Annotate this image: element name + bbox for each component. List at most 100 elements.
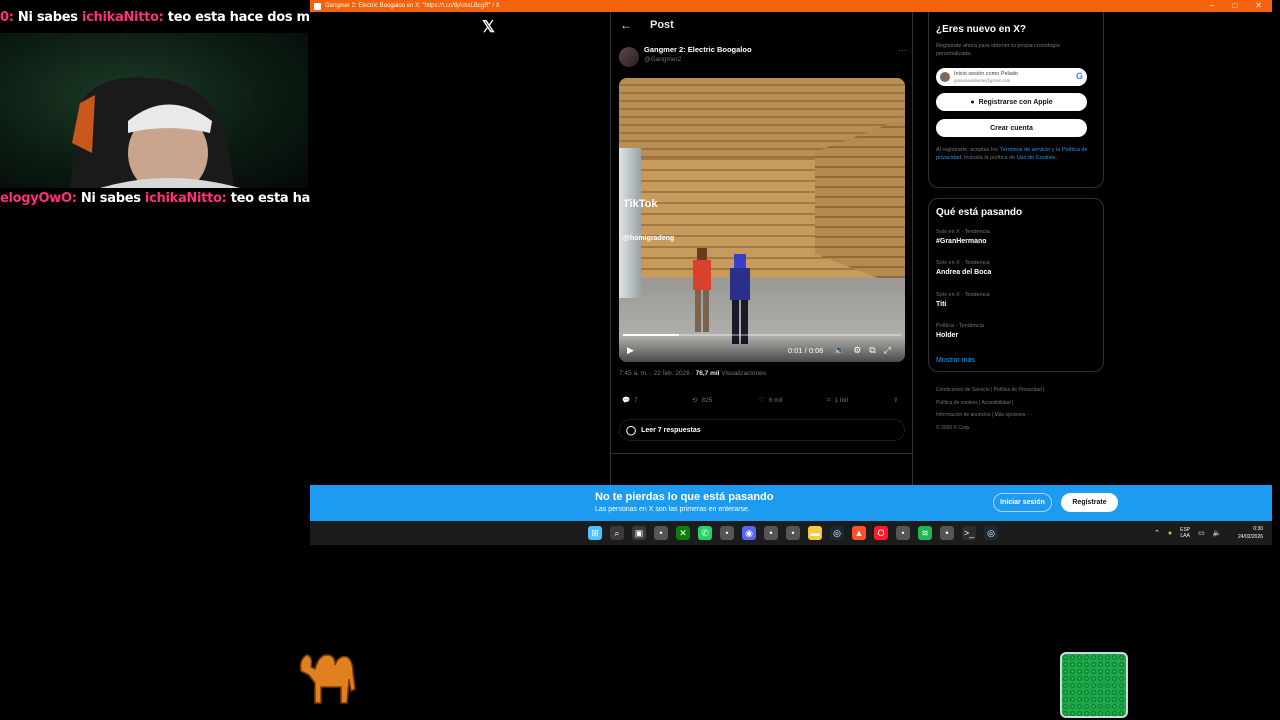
- taskbar-steam-icon[interactable]: ◎: [984, 526, 998, 540]
- network-icon[interactable]: ▭: [1198, 529, 1205, 537]
- taskbar-task-view-icon[interactable]: ▣: [632, 526, 646, 540]
- trend-item[interactable]: Política · Tendencia Holder: [936, 323, 984, 339]
- cookies-link[interactable]: Uso de Cookies: [1017, 155, 1056, 161]
- like-button[interactable]: ♡ 6 mil: [759, 396, 783, 405]
- browser-icon: [314, 2, 321, 10]
- taskbar-whatsapp-icon[interactable]: ✆: [698, 526, 712, 540]
- create-account-label: Crear cuenta: [990, 124, 1033, 132]
- trend-name: #GranHermano: [936, 238, 987, 245]
- login-banner: No te pierdas lo que está pasando Las pe…: [310, 485, 1272, 521]
- taskbar-terminal-icon[interactable]: >_: [962, 526, 976, 540]
- trend-context: Solo en X · Tendencia: [936, 292, 990, 298]
- signup-card: ¿Eres nuevo en X? Regístrate ahora para …: [928, 12, 1104, 188]
- create-account-button[interactable]: Crear cuenta: [936, 119, 1087, 137]
- pip-icon[interactable]: ⧉: [869, 345, 875, 356]
- tiktok-handle: @homigradeng: [623, 235, 675, 242]
- show-more-link[interactable]: Mostrar más: [936, 357, 975, 364]
- legal-text: Al registrarte, aceptas los: [936, 147, 1000, 153]
- taskbar: ⊞ ⌕ ▣ • ✕ ✆ • ◉ • • ▬ ◎ ▲ O • ≋ • >_ ◎ ⌃ ● ESP LAA ▭ 🔈 0:3…: [310, 521, 1272, 545]
- terms-link[interactable]: Términos de servicio: [999, 147, 1050, 153]
- trend-item[interactable]: Solo en X · Tendencia Andrea del Boca: [936, 260, 991, 276]
- camel-pet-icon[interactable]: [295, 645, 363, 713]
- fullscreen-icon[interactable]: ⤢: [884, 345, 891, 356]
- taskbar-opera-icon[interactable]: O: [874, 526, 888, 540]
- recycle-bin-icon[interactable]: [1060, 652, 1128, 718]
- microphone-icon[interactable]: ●: [1168, 530, 1172, 537]
- streamer-figure: [70, 77, 240, 188]
- views-label: Visualizaciones: [719, 370, 766, 377]
- taskbar-app-icon[interactable]: •: [654, 526, 668, 540]
- taskbar-brave-icon[interactable]: ▲: [852, 526, 866, 540]
- apple-signup-button[interactable]: ● Registrarse con Apple: [936, 93, 1087, 111]
- x-logo-icon[interactable]: 𝕏: [482, 17, 495, 37]
- repost-icon: ⟲: [692, 397, 698, 404]
- repost-button[interactable]: ⟲ 825: [692, 396, 713, 405]
- taskbar-windows-start-icon[interactable]: ⊞: [588, 526, 602, 540]
- chat-username: elogyOwO:: [0, 191, 77, 206]
- close-button[interactable]: ✕: [1255, 0, 1262, 12]
- taskbar-steam-icon[interactable]: ◎: [830, 526, 844, 540]
- google-signin-button[interactable]: Inicio sesión como Pelado gianosavalient…: [936, 68, 1087, 86]
- trend-item[interactable]: Solo en X · Tendencia #GranHermano: [936, 229, 990, 245]
- avatar: [940, 72, 950, 82]
- chat-message: Ni sabes: [80, 191, 141, 206]
- author-handle[interactable]: @Gangmer2: [644, 56, 681, 63]
- language-indicator[interactable]: ESP LAA: [1180, 527, 1190, 539]
- clock-time: 0:30: [1253, 526, 1264, 532]
- maximize-button[interactable]: □: [1232, 0, 1237, 12]
- read-replies-button[interactable]: ◯ Leer 7 respuestas: [619, 419, 905, 441]
- minimize-button[interactable]: –: [1210, 0, 1214, 12]
- share-button[interactable]: ⇪: [893, 396, 898, 404]
- chevron-up-icon[interactable]: ⌃: [1154, 529, 1160, 537]
- login-button[interactable]: Iniciar sesión: [993, 493, 1052, 512]
- bookmark-button[interactable]: ⌑ 1 mil: [827, 396, 848, 405]
- taskbar-folder-icon[interactable]: ▬: [808, 526, 822, 540]
- browser-window: Gangmer 2: Electric Boogaloo en X: "http…: [310, 0, 1272, 545]
- taskbar-app-icon[interactable]: •: [896, 526, 910, 540]
- signup-subtitle: Regístrate ahora para obtener tu propia …: [936, 43, 1060, 57]
- taskbar-app-icon[interactable]: •: [720, 526, 734, 540]
- play-icon[interactable]: ▶: [627, 345, 634, 356]
- banner-subtitle: Las personas en X son las primeras en en…: [595, 506, 750, 513]
- taskbar-app-icon[interactable]: •: [940, 526, 954, 540]
- author-name[interactable]: Gangmer 2: Electric Boogaloo: [644, 45, 752, 54]
- video-progress-bar[interactable]: [623, 334, 901, 336]
- apple-signup-label: Registrarse con Apple: [978, 98, 1053, 106]
- settings-icon[interactable]: ⚙: [853, 345, 861, 356]
- footer-links[interactable]: Información de anuncios | Más opciones ·…: [936, 409, 1106, 422]
- character-blue: [730, 254, 750, 344]
- taskbar-app-icon[interactable]: •: [786, 526, 800, 540]
- trend-context: Solo en X · Tendencia: [936, 260, 990, 266]
- window-titlebar[interactable]: Gangmer 2: Electric Boogaloo en X: "http…: [310, 0, 1272, 12]
- video-player[interactable]: TikTok @homigradeng ▶ 0:01 / 0:06 🔈 ⚙ ⧉ …: [619, 78, 905, 362]
- taskbar-apps: ⊞ ⌕ ▣ • ✕ ✆ • ◉ • • ▬ ◎ ▲ O • ≋ • >_ ◎: [588, 526, 998, 540]
- tiktok-watermark: TikTok: [623, 198, 658, 210]
- video-control-icons: 🔈 ⚙ ⧉ ⤢: [834, 345, 891, 356]
- legal-text: , incluida la política de: [961, 155, 1017, 161]
- share-icon: ⇪: [893, 397, 899, 404]
- chat-ticker-top: 0: Ni sabes ichikaNitto: teo esta hace d…: [0, 7, 310, 29]
- view-count: 76,7 mil: [695, 370, 720, 377]
- register-button[interactable]: Regístrate: [1061, 493, 1118, 512]
- taskbar-search-icon[interactable]: ⌕: [610, 526, 624, 540]
- reply-bubble-icon: ◯: [626, 424, 637, 435]
- footer-links[interactable]: Condiciones de Servicio | Política de Pr…: [936, 384, 1106, 397]
- post-meta: 7:45 a. m. · 22 feb. 2026 · 76,7 mil Vis…: [619, 370, 766, 377]
- reply-button[interactable]: 💬 7: [622, 396, 638, 405]
- volume-icon[interactable]: 🔈: [1213, 529, 1222, 537]
- volume-icon[interactable]: 🔈: [834, 345, 845, 356]
- back-arrow-icon[interactable]: ←: [620, 18, 632, 32]
- clock[interactable]: 0:30 24/02/2026: [1238, 525, 1263, 541]
- taskbar-app-icon[interactable]: •: [764, 526, 778, 540]
- avatar[interactable]: [619, 47, 639, 67]
- taskbar-discord-icon[interactable]: ◉: [742, 526, 756, 540]
- footer-links[interactable]: Política de cookies | Accesibilidad |: [936, 397, 1106, 410]
- trend-item[interactable]: Solo en X · Tendencia Titi: [936, 292, 990, 308]
- more-options-icon[interactable]: ···: [898, 45, 907, 55]
- window-title: Gangmer 2: Electric Boogaloo en X: "http…: [325, 3, 500, 9]
- taskbar-xbox-icon[interactable]: ✕: [676, 526, 690, 540]
- trends-title: Qué está pasando: [936, 207, 1023, 218]
- repost-count: 825: [701, 396, 713, 404]
- taskbar-spotify-icon[interactable]: ≋: [918, 526, 932, 540]
- post-timestamp[interactable]: 7:45 a. m. · 22 feb. 2026 ·: [619, 370, 696, 377]
